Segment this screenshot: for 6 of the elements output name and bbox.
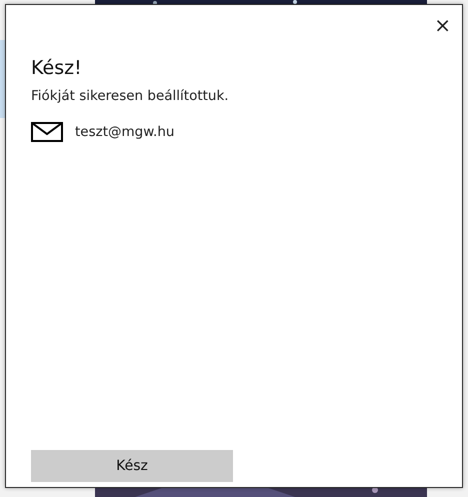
dialog-title: Kész! <box>31 57 83 79</box>
success-message: Fiókját sikeresen beállítottuk. <box>31 88 230 104</box>
close-button[interactable]: × <box>430 13 455 37</box>
done-button[interactable]: Kész <box>31 450 233 482</box>
account-email: teszt@mgw.hu <box>75 124 174 140</box>
envelope-icon <box>31 122 63 142</box>
